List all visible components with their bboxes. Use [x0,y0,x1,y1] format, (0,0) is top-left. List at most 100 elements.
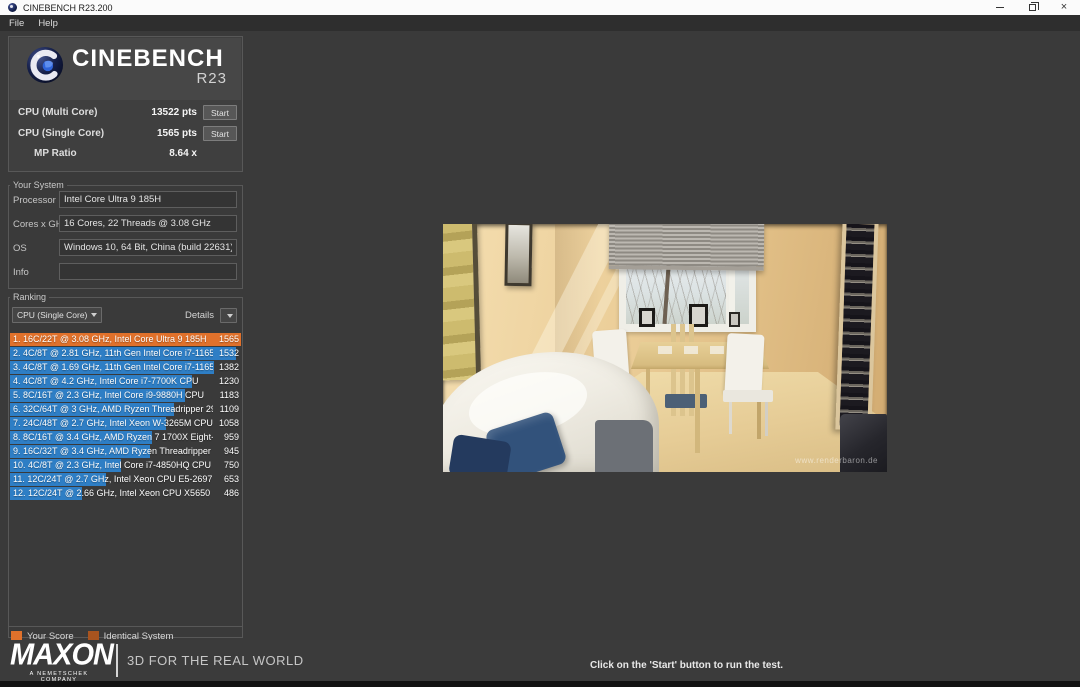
ranking-row[interactable]: 4. 4C/8T @ 4.2 GHz, Intel Core i7-7700K … [10,375,241,388]
minimize-button[interactable] [984,0,1016,15]
render-chair-leg [765,402,768,436]
ranking-score: 1382 [218,362,239,372]
render-watermark: www.renderbaron.de [795,456,878,465]
ranking-separator [9,626,242,627]
app-icon [8,3,17,12]
ranking-row[interactable]: 1. 16C/22T @ 3.08 GHz, Intel Core Ultra … [10,333,241,346]
your-system-title: Your System [13,180,64,190]
render-venetian-blind [608,224,765,271]
footer-tagline: 3D FOR THE REAL WORLD [127,653,304,668]
render-picture-frame [504,224,533,287]
footer-divider [116,644,118,677]
render-chair-cushion [665,394,707,408]
footer: MAXON A NEMETSCHEK COMPANY 3D FOR THE RE… [0,638,1080,683]
system-field-label: Processor [13,195,56,206]
ranking-panel: Ranking CPU (Single Core) Details 1. 16C… [8,292,243,642]
system-row: OS [9,239,242,260]
system-row: Processor [9,191,242,212]
ranking-score: 1230 [218,376,239,386]
ranking-row[interactable]: 12. 12C/24T @ 2.66 GHz, Intel Xeon CPU X… [10,487,241,500]
ranking-row[interactable]: 3. 4C/8T @ 1.69 GHz, 11th Gen Intel Core… [10,361,241,374]
system-field-input[interactable] [59,215,237,232]
ranking-score: 1532 [218,348,239,358]
system-field-input[interactable] [59,239,237,256]
ranking-row[interactable]: 6. 32C/64T @ 3 GHz, AMD Ryzen Threadripp… [10,403,241,416]
render-chair [723,390,773,402]
maximize-button[interactable] [1016,0,1048,15]
menu-help[interactable]: Help [38,18,58,29]
benchmark-label: CPU (Single Core) [18,128,105,139]
system-row: Cores x GHz [9,215,242,236]
start-button[interactable]: Start [203,126,237,141]
maxon-logo: MAXON A NEMETSCHEK COMPANY [10,638,114,683]
maxon-brand-text: MAXON [10,638,114,672]
ranking-label: 2. 4C/8T @ 2.81 GHz, 11th Gen Intel Core… [13,348,213,358]
benchmark-panel: CINEBENCH R23 CPU (Multi Core) 13522 pts… [8,36,243,172]
ranking-controls: CPU (Single Core) Details [9,304,242,328]
ranking-row[interactable]: 8. 8C/16T @ 3.4 GHz, AMD Ryzen 7 1700X E… [10,431,241,444]
ranking-label: 3. 4C/8T @ 1.69 GHz, 11th Gen Intel Core… [13,362,213,372]
menu-bar: File Help [0,15,1080,31]
render-painting-left [443,224,482,381]
render-cd-rack [835,224,879,431]
ranking-row[interactable]: 10. 4C/8T @ 2.3 GHz, Intel Core i7-4850H… [10,459,241,472]
render-sill-photo [729,312,740,327]
benchmark-value: 1565 pts [156,128,197,139]
ranking-label: 5. 8C/16T @ 2.3 GHz, Intel Core i9-9880H… [13,390,205,400]
close-button[interactable]: × [1048,0,1080,15]
chevron-down-icon [227,313,233,318]
benchmark-value: 13522 pts [151,107,197,118]
system-rows: Processor Cores x GHz OS Info [9,191,242,284]
render-chair [724,333,765,395]
ranking-score: 1109 [219,404,239,414]
close-icon: × [1060,1,1068,13]
details-select[interactable] [220,308,237,323]
ranking-score: 750 [223,460,239,470]
chevron-down-icon [91,313,97,317]
ranking-row[interactable]: 2. 4C/8T @ 2.81 GHz, 11th Gen Intel Core… [10,347,241,360]
system-field-input[interactable] [59,191,237,208]
ranking-label: 9. 16C/32T @ 3.4 GHz, AMD Ryzen Threadri… [13,446,213,456]
system-field-label: OS [13,243,27,254]
ranking-label: 11. 12C/24T @ 2.7 GHz, Intel Xeon CPU E5… [13,474,213,484]
window-bottom-edge [0,681,1080,687]
mp-ratio-label: MP Ratio [34,148,77,159]
ranking-score: 653 [223,474,239,484]
logo-block: CINEBENCH R23 [10,38,241,100]
ranking-score: 486 [223,488,239,498]
start-button[interactable]: Start [203,105,237,120]
ranking-score: 959 [223,432,239,442]
mp-ratio-value: 8.64 x [169,148,197,159]
system-field-input[interactable] [59,263,237,280]
ranking-row[interactable]: 7. 24C/48T @ 2.7 GHz, Intel Xeon W-3265M… [10,417,241,430]
ranking-row[interactable]: 5. 8C/16T @ 2.3 GHz, Intel Core i9-9880H… [10,389,241,402]
ranking-label: 6. 32C/64T @ 3 GHz, AMD Ryzen Threadripp… [13,404,213,414]
ranking-filter-value: CPU (Single Core) [17,310,88,320]
ranking-filter-select[interactable]: CPU (Single Core) [12,307,102,323]
ranking-label: 12. 12C/24T @ 2.66 GHz, Intel Xeon CPU X… [13,488,211,498]
menu-file[interactable]: File [9,18,24,29]
maximize-icon [1028,2,1039,11]
minimize-icon [996,7,1004,8]
render-sofa-base [595,420,653,472]
ranking-title: Ranking [13,292,47,302]
your-system-panel: Your System Processor Cores x GHz OS Inf… [8,180,243,289]
window-title: CINEBENCH R23.200 [23,2,113,13]
benchmark-row: CPU (Single Core) 1565 pts Start [9,124,242,145]
ranking-score: 1183 [219,390,239,400]
ranking-label: 7. 24C/48T @ 2.7 GHz, Intel Xeon W-3265M… [13,418,213,428]
render-sill-photo [639,308,655,327]
system-row: Info [9,263,242,284]
window-controls: × [984,0,1080,15]
ranking-row[interactable]: 11. 12C/24T @ 2.7 GHz, Intel Xeon CPU E5… [10,473,241,486]
benchmark-rows: CPU (Multi Core) 13522 pts Start CPU (Si… [9,103,242,145]
ranking-score: 1058 [218,418,239,428]
app-logo-version: R23 [196,70,227,88]
ranking-row[interactable]: 9. 16C/32T @ 3.4 GHz, AMD Ryzen Threadri… [10,445,241,458]
ranking-label: 4. 4C/8T @ 4.2 GHz, Intel Core i7-7700K … [13,376,199,386]
title-bar: CINEBENCH R23.200 × [0,0,1080,15]
ranking-score: 1565 [218,334,239,344]
cinema4d-icon [26,46,64,89]
ranking-label: 8. 8C/16T @ 3.4 GHz, AMD Ryzen 7 1700X E… [13,432,213,442]
ranking-label: 1. 16C/22T @ 3.08 GHz, Intel Core Ultra … [13,334,207,344]
